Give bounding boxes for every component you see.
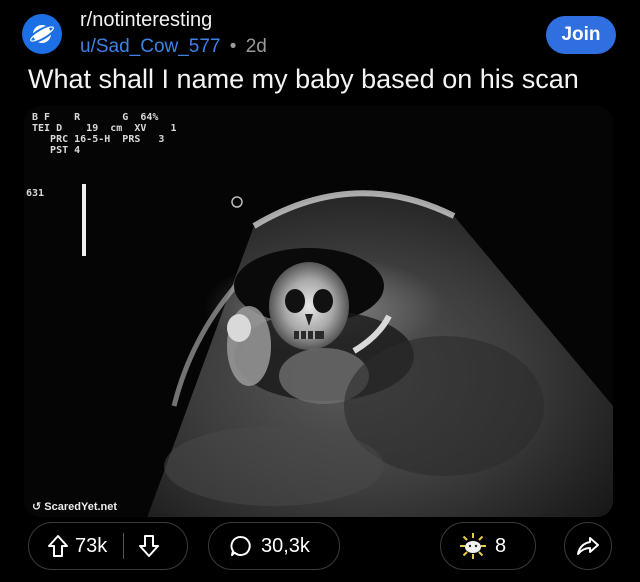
subreddit-name[interactable]: r/notinteresting: [80, 9, 212, 32]
join-button[interactable]: Join: [546, 16, 616, 54]
post-header: r/notinteresting u/Sad_Cow_577 • 2d Join: [22, 6, 616, 62]
meta-separator: •: [229, 36, 237, 57]
subreddit-avatar[interactable]: [22, 14, 62, 54]
upvote-count: 73k: [75, 534, 108, 557]
watermark: ↺ ScaredYet.net: [32, 501, 118, 513]
post-title[interactable]: What shall I name my baby based on his s…: [28, 64, 579, 95]
award-icon-wrap: [459, 532, 487, 560]
upvote-icon: [48, 535, 68, 557]
vote-bar: 73k: [28, 522, 188, 570]
post-actions: 73k 30,3k 8: [28, 522, 612, 572]
post-image[interactable]: B F R G 64% TEI D 19 cm XV 1 PRC 16-5-H …: [24, 106, 613, 517]
upvote-button[interactable]: [47, 534, 69, 558]
watermark-text: ScaredYet.net: [44, 501, 118, 513]
award-button[interactable]: 8: [440, 522, 536, 570]
post-meta: u/Sad_Cow_577 • 2d: [80, 36, 267, 58]
award-icon: [460, 533, 486, 559]
author-link[interactable]: u/Sad_Cow_577: [80, 36, 221, 57]
vote-divider: [123, 533, 125, 559]
comment-icon-wrap: [229, 534, 253, 558]
downvote-icon: [139, 535, 160, 557]
comment-count: 30,3k: [261, 534, 310, 557]
share-button[interactable]: [564, 522, 612, 570]
downvote-button[interactable]: [138, 534, 160, 558]
post-age: 2d: [245, 36, 267, 57]
subreddit-planet-icon: [28, 24, 56, 44]
comments-button[interactable]: 30,3k: [208, 522, 340, 570]
scan-depth-marker: 631: [26, 188, 45, 199]
ultrasound-scan: [24, 106, 613, 517]
share-icon: [577, 537, 599, 555]
comment-icon: [230, 536, 251, 556]
scan-header-text: B F R G 64% TEI D 19 cm XV 1 PRC 16-5-H …: [32, 112, 177, 156]
award-count: 8: [495, 534, 507, 557]
